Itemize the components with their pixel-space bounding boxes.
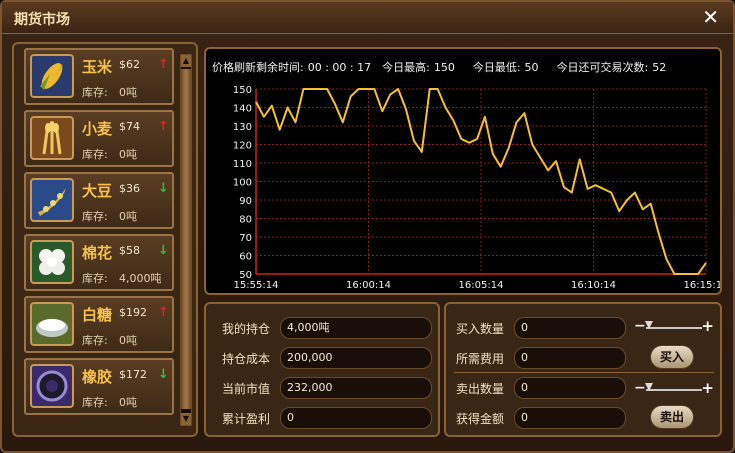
- sell-gain-label: 获得金额: [456, 412, 505, 426]
- y-tick-label: 70: [239, 233, 252, 244]
- sell-gain-value: 0: [514, 407, 626, 429]
- slider-track[interactable]: [646, 327, 702, 329]
- buy-minus-icon[interactable]: −: [634, 318, 646, 334]
- stock-value: 0吨: [119, 210, 137, 223]
- item-price: $172: [119, 368, 147, 381]
- buy-cost-label: 所需费用: [456, 352, 505, 366]
- price-up-arrow-icon: ↑: [158, 305, 169, 320]
- price-chart-panel: 价格刷新剩余时间: 00 : 00 : 17 今日最高: 150 今日最低: 50 今…: [204, 47, 722, 295]
- price-up-arrow-icon: ↑: [158, 119, 169, 134]
- list-scrollbar[interactable]: ▲ ▼: [180, 54, 192, 426]
- scroll-down-icon[interactable]: ▼: [181, 413, 191, 425]
- y-tick-label: 90: [239, 196, 252, 207]
- y-tick-label: 110: [233, 159, 252, 170]
- commodity-item-wheat[interactable]: 小麦 $74 ↑ 库存: 0吨: [24, 110, 174, 167]
- x-tick-label: 16:15:14: [684, 280, 720, 291]
- trade-panel: 买入数量 0 − + 所需费用 0 买入 卖出数量 0 − + 获得金额 0 卖…: [444, 302, 722, 437]
- stock-label: 库存:: [82, 272, 108, 285]
- x-tick-label: 16:00:14: [346, 280, 391, 291]
- buy-quantity-slider[interactable]: − +: [634, 317, 714, 335]
- stock-value: 0吨: [119, 334, 137, 347]
- stock-value: 0吨: [119, 396, 137, 409]
- x-tick-label: 16:05:14: [459, 280, 504, 291]
- item-price: $192: [119, 306, 147, 319]
- stock-label: 库存:: [82, 86, 108, 99]
- window-title: 期货市场: [14, 12, 70, 28]
- stock-value: 0吨: [119, 148, 137, 161]
- profit-value: 0: [280, 407, 432, 429]
- price-down-arrow-icon: ↓: [158, 367, 169, 382]
- cost-label: 持仓成本: [222, 352, 271, 366]
- wheat-icon: [30, 116, 74, 160]
- sell-quantity-label: 卖出数量: [456, 382, 505, 396]
- buy-button[interactable]: 买入: [650, 345, 694, 369]
- sell-plus-icon[interactable]: +: [701, 379, 714, 397]
- rubber-icon: [30, 364, 74, 408]
- stock-value: 4,000吨: [119, 272, 162, 285]
- commodity-item-corn[interactable]: 玉米 $62 ↑ 库存: 0吨: [24, 48, 174, 105]
- scroll-up-icon[interactable]: ▲: [181, 55, 191, 67]
- item-price: $58: [119, 244, 140, 257]
- item-name: 白糖: [82, 306, 113, 324]
- position-value: 4,000吨: [280, 317, 432, 339]
- item-price: $36: [119, 182, 140, 195]
- buy-plus-icon[interactable]: +: [701, 317, 714, 335]
- y-tick-label: 140: [233, 104, 252, 115]
- price-up-arrow-icon: ↑: [158, 57, 169, 72]
- y-tick-label: 150: [233, 85, 252, 96]
- buy-cost-value: 0: [514, 347, 626, 369]
- stock-label: 库存:: [82, 148, 108, 161]
- corn-icon: [30, 54, 74, 98]
- close-button[interactable]: ✕: [702, 6, 719, 28]
- commodity-item-cotton[interactable]: 棉花 $58 ↓ 库存: 4,000吨: [24, 234, 174, 291]
- y-tick-label: 80: [239, 215, 252, 226]
- divider: [454, 372, 714, 373]
- buy-quantity-input[interactable]: 0: [514, 317, 626, 339]
- sell-quantity-slider[interactable]: − +: [634, 379, 714, 397]
- commodity-list-panel: 玉米 $62 ↑ 库存: 0吨 小麦 $74 ↑ 库存: 0吨 大豆 $36 ↓…: [12, 42, 198, 437]
- stock-label: 库存:: [82, 334, 108, 347]
- cotton-icon: [30, 240, 74, 284]
- stock-label: 库存:: [82, 210, 108, 223]
- item-price: $74: [119, 120, 140, 133]
- sugar-icon: [30, 302, 74, 346]
- x-tick-label: 16:10:14: [571, 280, 616, 291]
- y-tick-label: 130: [233, 122, 252, 133]
- sell-quantity-input[interactable]: 0: [514, 377, 626, 399]
- item-price: $62: [119, 58, 140, 71]
- y-tick-label: 60: [239, 252, 252, 263]
- item-name: 小麦: [82, 120, 113, 138]
- item-name: 橡胶: [82, 368, 113, 386]
- futures-market-window: 期货市场 ✕ 玉米 $62 ↑ 库存: 0吨 小麦 $74 ↑ 库存: 0吨 大…: [0, 0, 735, 453]
- price-line-chart: 150140130120110100908070605015:55:14 16:0…: [233, 85, 720, 291]
- y-tick-label: 120: [233, 141, 252, 152]
- y-tick-label: 100: [233, 178, 252, 189]
- holdings-panel: 我的持仓 4,000吨 持仓成本 200,000 当前市值 232,000 累计…: [204, 302, 440, 437]
- price-down-arrow-icon: ↓: [158, 181, 169, 196]
- title-bar: 期货市场 ✕: [2, 2, 733, 34]
- position-label: 我的持仓: [222, 322, 271, 336]
- item-name: 大豆: [82, 182, 113, 200]
- commodity-item-sugar[interactable]: 白糖 $192 ↑ 库存: 0吨: [24, 296, 174, 353]
- commodity-item-rubber[interactable]: 橡胶 $172 ↓ 库存: 0吨: [24, 358, 174, 415]
- soybean-icon: [30, 178, 74, 222]
- stock-label: 库存:: [82, 396, 108, 409]
- commodity-item-soybean[interactable]: 大豆 $36 ↓ 库存: 0吨: [24, 172, 174, 229]
- slider-track[interactable]: [646, 389, 702, 391]
- x-tick-label: 15:55:14: [234, 280, 279, 291]
- item-name: 玉米: [82, 58, 113, 76]
- market-value-label: 当前市值: [222, 382, 271, 396]
- item-name: 棉花: [82, 244, 113, 262]
- commodity-list: 玉米 $62 ↑ 库存: 0吨 小麦 $74 ↑ 库存: 0吨 大豆 $36 ↓…: [24, 48, 186, 420]
- price-down-arrow-icon: ↓: [158, 243, 169, 258]
- market-value: 232,000: [280, 377, 432, 399]
- sell-button[interactable]: 卖出: [650, 405, 694, 429]
- scroll-thumb[interactable]: [181, 69, 191, 409]
- profit-label: 累计盈利: [222, 412, 271, 426]
- buy-quantity-label: 买入数量: [456, 322, 505, 336]
- cost-value: 200,000: [280, 347, 432, 369]
- sell-minus-icon[interactable]: −: [634, 380, 646, 396]
- stock-value: 0吨: [119, 86, 137, 99]
